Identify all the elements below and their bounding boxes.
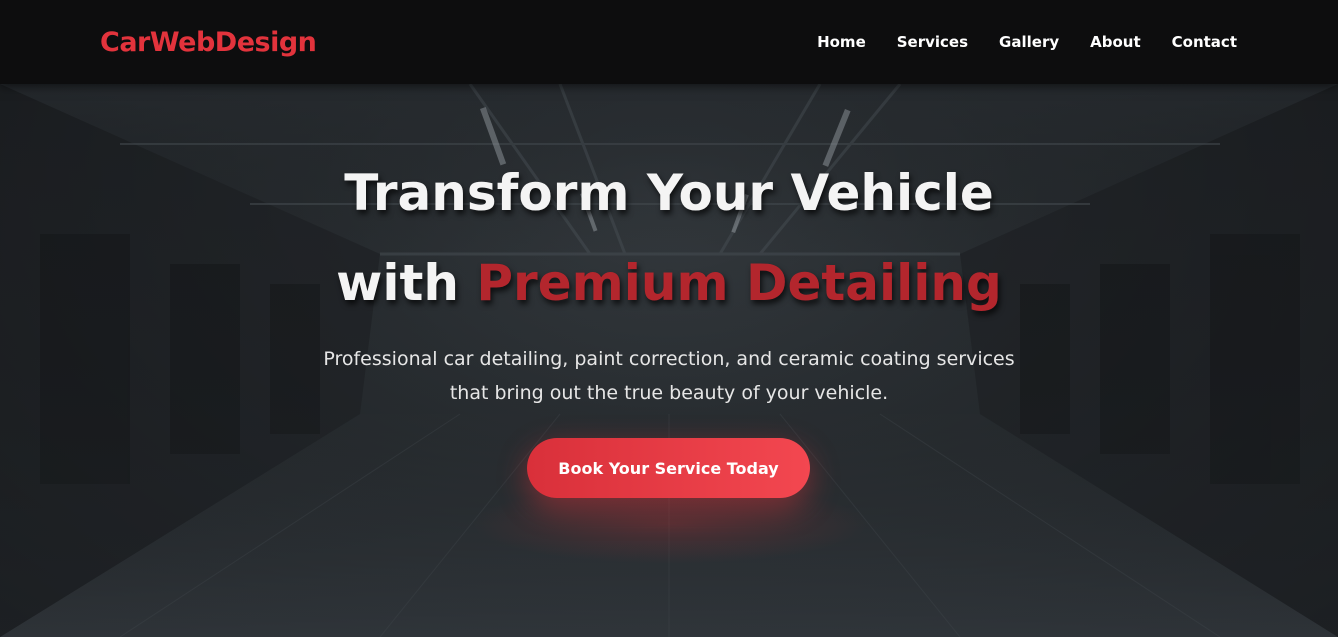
brand-logo[interactable]: CarWebDesign xyxy=(100,27,317,58)
hero-title-prefix: with xyxy=(336,254,477,312)
nav-link-about[interactable]: About xyxy=(1090,33,1141,51)
nav-link-services[interactable]: Services xyxy=(897,33,968,51)
nav-menu: Home Services Gallery About Contact xyxy=(817,33,1237,51)
hero-title-line1: Transform Your Vehicle xyxy=(344,164,994,222)
hero-title-accent: Premium Detailing xyxy=(476,254,1002,312)
nav-link-contact[interactable]: Contact xyxy=(1172,33,1237,51)
hero-title-line2: with Premium Detailing xyxy=(0,254,1338,312)
nav-link-gallery[interactable]: Gallery xyxy=(999,33,1059,51)
nav-link-home[interactable]: Home xyxy=(817,33,866,51)
hero-subtitle: Professional car detailing, paint correc… xyxy=(323,348,1015,404)
navbar: CarWebDesign Home Services Gallery About… xyxy=(0,0,1338,84)
book-service-button[interactable]: Book Your Service Today xyxy=(527,438,810,498)
hero-section: Transform Your Vehicle with Premium Deta… xyxy=(0,84,1338,637)
hero-content: Transform Your Vehicle with Premium Deta… xyxy=(0,84,1338,637)
